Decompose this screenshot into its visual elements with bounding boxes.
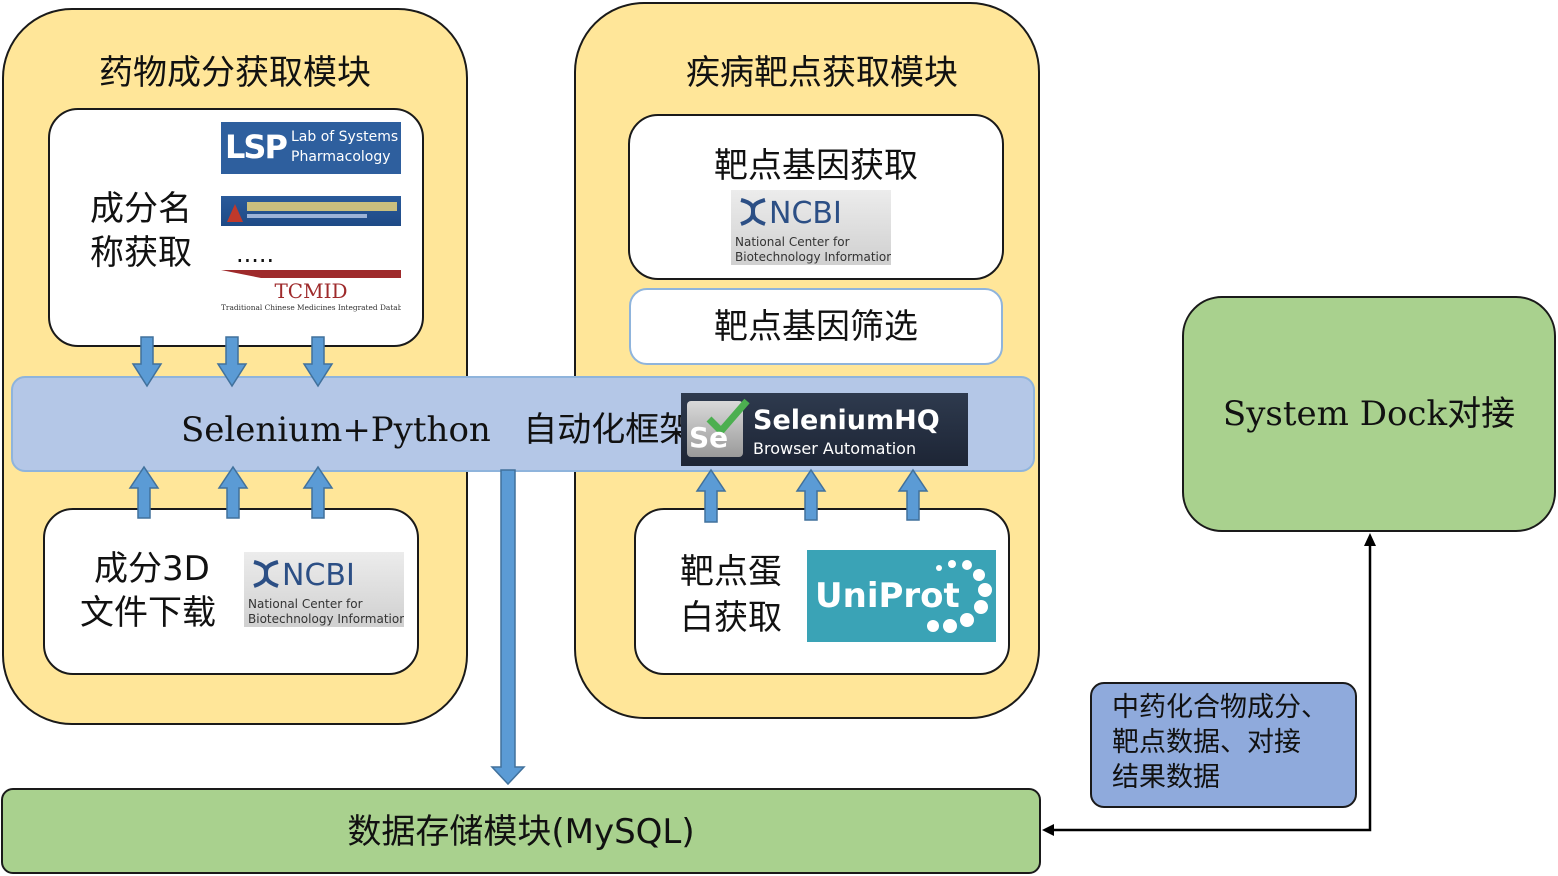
tcmid-logo: TCMID Traditional Chinese Medicines Inte… (221, 270, 401, 314)
download-3d-label-line1: 成分3D (94, 549, 210, 589)
ncbi-logo-gene: NCBI National Center for Biotechnology I… (731, 190, 891, 265)
download-3d-label-line2: 文件下载 (80, 593, 216, 633)
compound-name-label-line1: 成分名 (90, 189, 192, 229)
ncbi-logo-mark: NCBI (282, 558, 355, 593)
tcmid-logo-subtitle: Traditional Chinese Medicines Integrated… (221, 303, 401, 312)
lsp-logo-mark: LSP (225, 128, 288, 166)
data-note-line3: 结果数据 (1112, 762, 1220, 793)
arrowhead-to-dock (1364, 533, 1376, 546)
chemical-database-banner-graphic (227, 202, 397, 222)
target-gene-filter-label: 靶点基因筛选 (714, 307, 918, 347)
seleniumhq-name: SeleniumHQ (753, 405, 940, 436)
compound-name-label-line2: 称获取 (90, 233, 192, 273)
uniprot-logo: UniProt (807, 550, 996, 642)
ncbi-logo-line1: National Center for (735, 235, 850, 249)
drug-module-title: 药物成分获取模块 (99, 53, 371, 93)
seleniumhq-subtitle: Browser Automation (753, 439, 917, 458)
target-protein-label-line1: 靶点蛋 (680, 552, 782, 592)
data-note-line1: 中药化合物成分、 (1112, 692, 1328, 723)
lsp-logo: LSP Lab of Systems Pharmacology (221, 122, 401, 174)
chemical-database-banner-image (221, 196, 401, 226)
lsp-logo-line2: Pharmacology (291, 149, 391, 165)
automation-framework-label: Selenium+Python 自动化框架 (181, 410, 694, 450)
ncbi-logo-line1: National Center for (248, 597, 363, 611)
data-storage-label: 数据存储模块(MySQL) (347, 812, 695, 852)
arrowhead-to-storage (1042, 824, 1054, 836)
ncbi-logo-line2: Biotechnology Information (735, 250, 891, 264)
target-gene-label: 靶点基因获取 (714, 146, 918, 186)
seleniumhq-logo: Se SeleniumHQ Browser Automation (681, 393, 968, 466)
more-sources-ellipsis: ..... (236, 240, 275, 268)
tcmid-logo-mark: TCMID (274, 279, 348, 303)
ncbi-logo-line2: Biotechnology Information (248, 612, 404, 626)
ncbi-logo-download: NCBI National Center for Biotechnology I… (244, 552, 404, 627)
data-note-line2: 靶点数据、对接 (1112, 727, 1301, 758)
ncbi-logo-mark: NCBI (769, 196, 842, 231)
storage-down-arrow (490, 469, 526, 786)
selenium-icon-text: Se (689, 421, 729, 454)
uniprot-logo-mark: UniProt (815, 576, 960, 616)
disease-module-title: 疾病靶点获取模块 (686, 53, 958, 93)
lsp-logo-line1: Lab of Systems (291, 129, 399, 145)
target-protein-label-line2: 白获取 (680, 598, 782, 638)
system-dock-label: System Dock对接 (1222, 394, 1516, 434)
